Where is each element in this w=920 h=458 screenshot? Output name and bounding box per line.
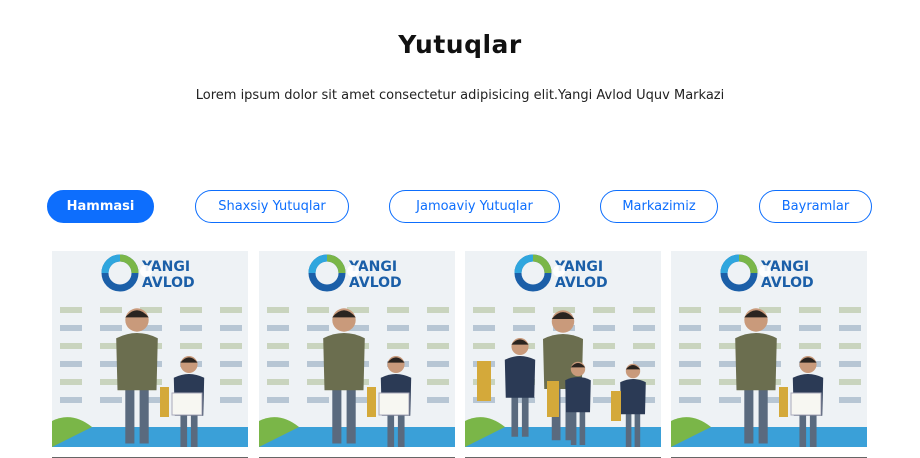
photo-illustration: YANGIAVLOD xyxy=(671,251,867,447)
gallery-photo-1[interactable]: YANGI AVLOD xyxy=(52,251,248,447)
page-title: Yutuqlar xyxy=(398,30,522,59)
photo-illustration: YANGIAVLOD xyxy=(465,251,661,447)
filter-tab-shaxsiy-yutuqlar[interactable]: Shaxsiy Yutuqlar xyxy=(195,190,349,223)
filter-tab-bayramlar[interactable]: Bayramlar xyxy=(759,190,872,223)
gallery-photo-3[interactable]: YANGI AVLOD xyxy=(465,251,661,447)
svg-text:AVLOD: AVLOD xyxy=(142,275,195,291)
filter-tab-hammasi[interactable]: Hammasi xyxy=(47,190,154,223)
svg-text:AVLOD: AVLOD xyxy=(761,275,814,291)
gallery-photo-2[interactable]: YANGI AVLOD xyxy=(259,251,455,447)
gallery-photo-4[interactable]: YANGI AVLOD xyxy=(671,251,867,447)
filter-tab-markazimiz[interactable]: Markazimiz xyxy=(600,190,718,223)
photo-illustration: YANGIAVLOD xyxy=(259,251,455,447)
svg-text:AVLOD: AVLOD xyxy=(349,275,402,291)
svg-text:AVLOD: AVLOD xyxy=(555,275,608,291)
page-subtitle: Lorem ipsum dolor sit amet consectetur a… xyxy=(195,88,725,103)
photo-illustration: YANGIAVLOD xyxy=(52,251,248,447)
filter-tab-jamoaviy-yutuqlar[interactable]: Jamoaviy Yutuqlar xyxy=(389,190,560,223)
